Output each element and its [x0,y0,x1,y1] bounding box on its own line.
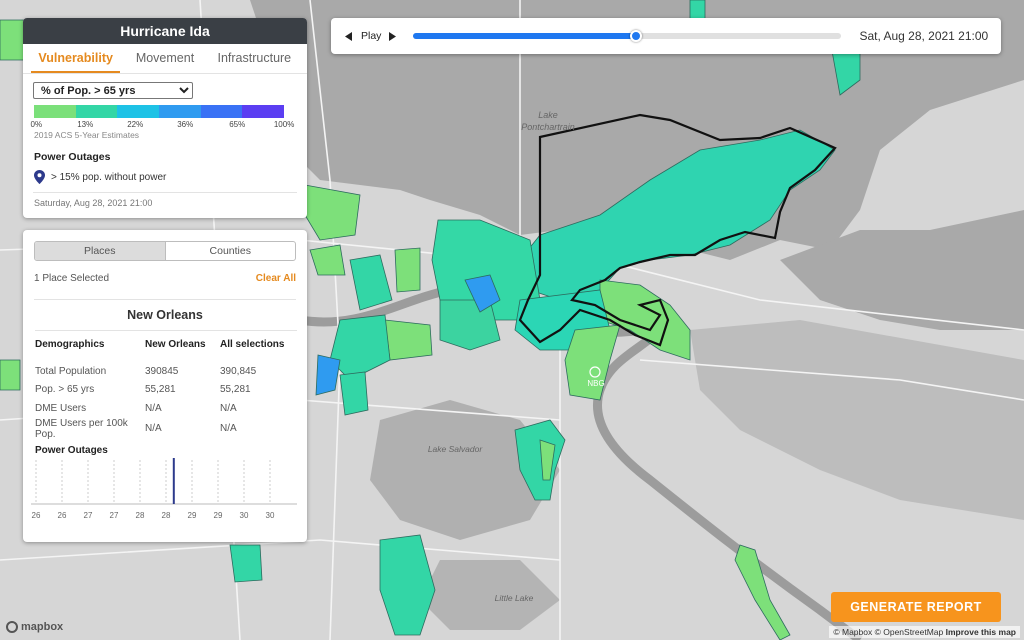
selection-count: 1 Place Selected [34,273,110,284]
timeline-thumb[interactable] [629,30,642,42]
map-pin-icon [34,170,45,184]
legend-tick-label: 36% [177,120,194,129]
play-button[interactable]: Play [361,30,381,42]
toggle-places[interactable]: Places [35,242,165,260]
table-cell: DME Users [35,402,87,414]
legend-swatch [117,105,160,118]
legend-swatch [200,105,243,118]
legend-ticks: 0% 13% 22% 36% 65% 100% [30,118,295,130]
legend-source: 2019 ACS 5-Year Estimates [34,130,140,140]
mapbox-logo[interactable]: mapbox [6,621,63,633]
legend-swatch [242,105,285,118]
timeline-progress [413,33,636,39]
legend-swatch [159,105,201,118]
legend-color-bar [34,105,285,118]
tab-bar: Vulnerability Movement Infrastructure [23,44,307,74]
chart-tick-label: 26 [32,511,41,520]
table-row: Total Population 390845 390,845 [35,362,297,381]
legend-tick-label: 0% [30,120,43,129]
selection-row: 1 Place Selected Clear All [34,273,296,284]
little-lake-label: Little Lake [495,593,534,603]
table-cell: N/A [145,402,162,414]
table-cell: N/A [220,402,237,414]
legend-swatch [75,105,118,118]
tab-vulnerability[interactable]: Vulnerability [31,44,121,73]
panel-title: Hurricane Ida [23,18,307,44]
chart-tick-label: 26 [58,511,67,520]
place-county-toggle: Places Counties [34,241,296,261]
step-forward-icon[interactable] [387,30,399,42]
mapbox-logo-icon [6,621,18,633]
chart-tick-label: 29 [214,511,223,520]
toggle-counties[interactable]: Counties [164,242,296,260]
legend-tick-label: 100% [273,120,295,129]
timeline-bar: Play Sat, Aug 28, 2021 21:00 [331,18,1001,54]
table-row: Pop. > 65 yrs 55,281 55,281 [35,381,297,400]
header-demographics: Demographics [35,339,105,350]
table-cell: 390,845 [220,365,257,377]
attribution-text: © Mapbox © OpenStreetMap [833,627,944,637]
demographics-header: Demographics New Orleans All selections [35,330,297,362]
table-cell: 390845 [145,365,179,377]
header-all: All selections [220,339,285,350]
chart-tick-label: 30 [266,511,275,520]
mapbox-logo-text: mapbox [21,621,64,633]
table-cell: 55,281 [220,384,251,396]
metric-select[interactable]: % of Pop. > 65 yrs [33,82,193,99]
chart-tick-label: 27 [84,511,93,520]
table-cell: 55,281 [145,384,176,396]
timeline-slider[interactable] [413,30,842,42]
table-cell: Total Population [35,365,107,377]
svg-text:NBG: NBG [587,379,604,388]
info-panel: Hurricane Ida Vulnerability Movement Inf… [23,18,307,218]
outage-legend-item: > 15% pop. without power [34,170,307,184]
power-outages-chart-title: Power Outages [35,445,108,456]
chart-tick-label: 29 [188,511,197,520]
power-outages-chart: 26 26 27 27 28 28 29 29 30 30 [31,458,297,520]
selected-place-name: New Orleans [34,299,296,322]
table-cell: N/A [145,423,162,434]
improve-map-link[interactable]: Improve this map [946,627,1016,637]
step-back-icon[interactable] [343,30,355,42]
panel-timestamp: Saturday, Aug 28, 2021 21:00 [34,198,153,208]
chart-tick-label: 28 [136,511,145,520]
table-cell: N/A [220,423,237,434]
table-cell: DME Users per 100k Pop. [35,417,128,440]
chart-tick-label: 27 [110,511,119,520]
timeline-date: Sat, Aug 28, 2021 21:00 [859,29,989,43]
chart-tick-label: 30 [240,511,249,520]
chart-tick-label: 28 [162,511,171,520]
lake-salvador-label: Lake Salvador [428,444,484,454]
legend-tick-label: 65% [229,120,246,129]
clear-all-link[interactable]: Clear All [256,273,296,284]
header-place: New Orleans [145,339,206,350]
lake-pontchartrain-label-2: Pontchartrain [521,122,575,132]
table-row: DME Users per 100k Pop. N/A N/A [35,418,297,440]
legend-tick-label: 13% [77,120,94,129]
legend-tick-label: 22% [127,120,144,129]
tab-movement[interactable]: Movement [120,44,209,73]
selection-panel: Places Counties 1 Place Selected Clear A… [23,230,307,542]
table-row: DME Users N/A N/A [35,399,297,418]
legend-swatch [34,105,76,118]
lake-pontchartrain-label: Lake [538,110,558,120]
tab-infrastructure[interactable]: Infrastructure [210,44,299,73]
table-cell: Pop. > 65 yrs [35,384,95,396]
map-attribution: © Mapbox © OpenStreetMap Improve this ma… [829,626,1020,638]
outage-legend-label: > 15% pop. without power [51,171,167,183]
demographics-table: Demographics New Orleans All selections … [35,330,297,440]
outages-title: Power Outages [34,151,111,163]
generate-report-button[interactable]: GENERATE REPORT [831,592,1001,622]
divider [33,192,297,193]
